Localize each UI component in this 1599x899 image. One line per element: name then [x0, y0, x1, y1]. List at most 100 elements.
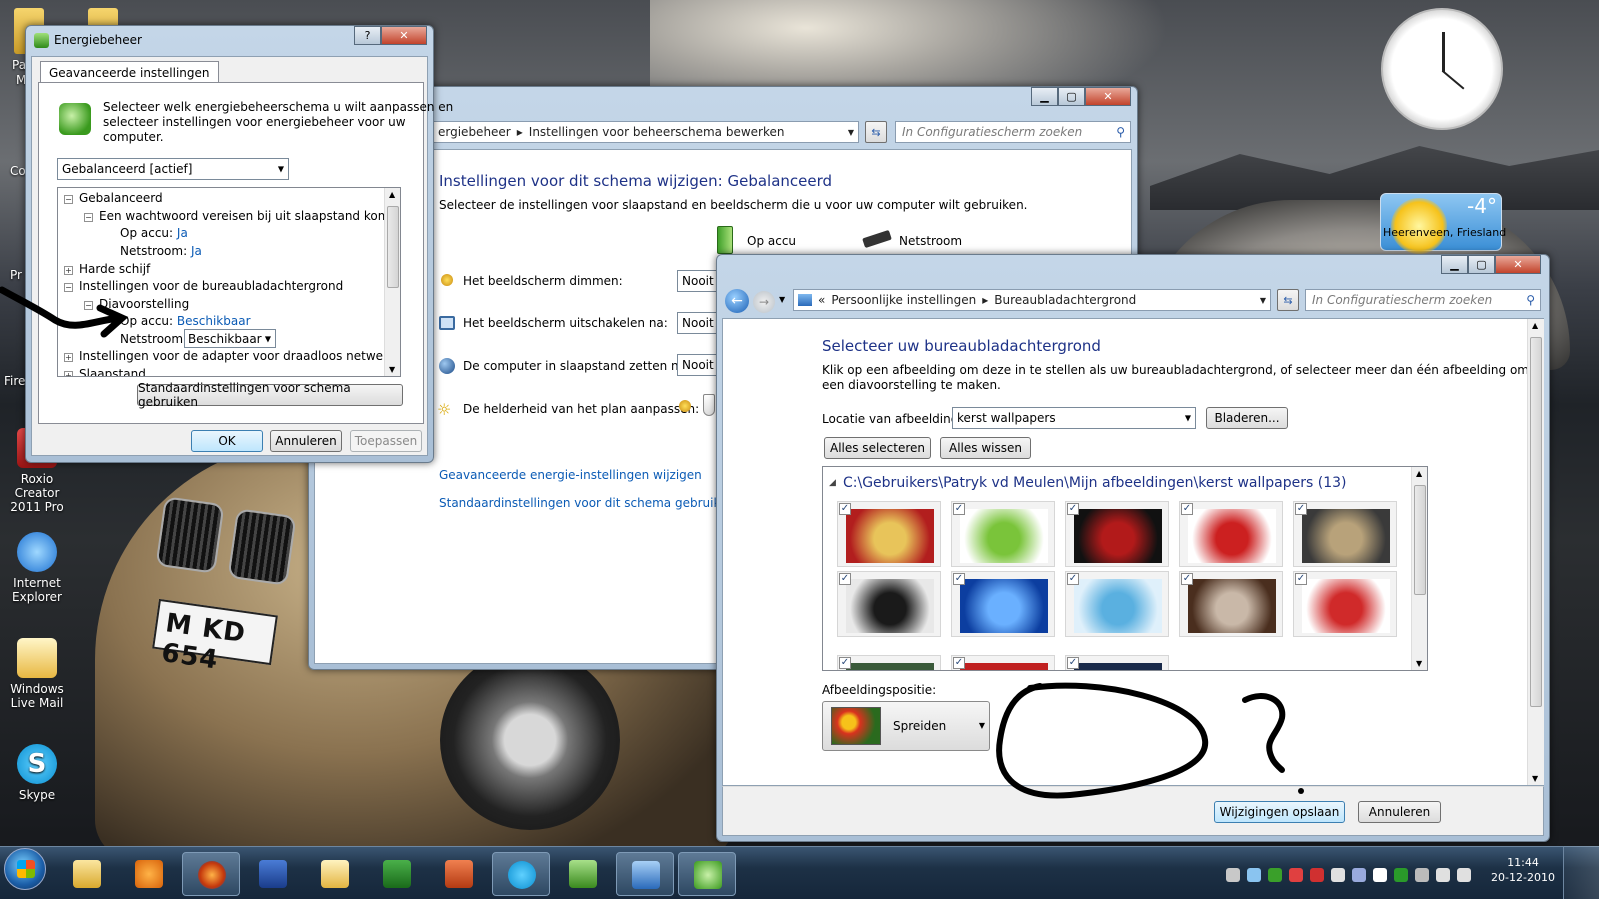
tray-clock[interactable]: 11:44 20-12-2010 [1488, 852, 1558, 892]
bg-address-bar[interactable]: « Persoonlijke instellingen ▸ Bureaublad… [793, 289, 1271, 311]
tray-network-sync-icon[interactable] [1247, 868, 1261, 882]
maximize-button[interactable]: ▢ [1468, 255, 1495, 274]
wallpaper-thumbnail[interactable]: ✓ [1293, 571, 1397, 637]
wallpaper-checkbox[interactable]: ✓ [1295, 573, 1307, 585]
tree-item-slideshow-battery[interactable]: Op accu: Beschikbaar [120, 314, 251, 328]
folder-header[interactable]: C:\Gebruikers\Patryk vd Meulen\Mijn afbe… [843, 475, 1346, 491]
wallpaper-checkbox[interactable]: ✓ [1181, 573, 1193, 585]
tray-download-icon[interactable] [1352, 868, 1366, 882]
display-battery-select[interactable]: Nooit [677, 312, 719, 334]
plan-search-input[interactable]: In Configuratiescherm zoeken ⚲ [895, 121, 1131, 143]
cancel-button[interactable]: Annuleren [270, 430, 342, 452]
wallpaper-thumbnail[interactable]: ✓ [1065, 571, 1169, 637]
position-select[interactable]: Spreiden ▼ [822, 701, 990, 751]
tray-keyboard-icon[interactable] [1226, 868, 1240, 882]
chevron-down-icon[interactable]: ▼ [848, 128, 854, 137]
minimize-button[interactable]: ▁ [1031, 87, 1058, 106]
wallpaper-thumbnail[interactable]: ✓ [837, 501, 941, 567]
plan-address-bar[interactable]: ergiebeheer ▸ Instellingen voor beheersc… [429, 121, 859, 143]
wallpaper-checkbox[interactable]: ✓ [953, 573, 965, 585]
wallpaper-checkbox[interactable]: ✓ [1067, 573, 1079, 585]
wallpaper-checkbox[interactable]: ✓ [839, 503, 851, 515]
chevron-down-icon[interactable]: ▼ [1260, 296, 1266, 305]
cancel-button[interactable]: Annuleren [1358, 801, 1441, 823]
tree-item-desktop-bg[interactable]: − Instellingen voor de bureaubladachtergr… [64, 279, 343, 293]
scheme-select[interactable]: Gebalanceerd [actief] ▼ [57, 158, 289, 180]
dim-battery-select[interactable]: Nooit [677, 270, 719, 292]
clear-all-button[interactable]: Alles wissen [940, 437, 1031, 459]
wallpaper-checkbox[interactable]: ✓ [839, 657, 851, 669]
clock-gadget[interactable] [1381, 8, 1503, 130]
breadcrumb-part-2[interactable]: Instellingen voor beheerschema bewerken [529, 125, 785, 139]
advanced-settings-link[interactable]: Geavanceerde energie-instellingen wijzig… [439, 468, 702, 482]
taskbar-button-mail[interactable] [306, 852, 364, 896]
tree-value-on-battery[interactable]: Ja [177, 226, 188, 240]
help-button[interactable]: ? [354, 26, 381, 45]
collapse-icon[interactable]: − [64, 195, 73, 204]
expand-icon[interactable]: + [64, 353, 73, 362]
taskbar-button-network-users[interactable] [554, 852, 612, 896]
expand-icon[interactable]: + [64, 371, 73, 376]
wallpaper-thumbnail[interactable]: ✓ [1293, 501, 1397, 567]
wallpaper-thumbnail[interactable]: ✓ [951, 571, 1055, 637]
breadcrumb-part-2[interactable]: Bureaubladachtergrond [994, 293, 1136, 307]
desktop-icon-internet-explorer[interactable]: Internet Explorer [2, 532, 72, 604]
tray-media-icon[interactable] [1331, 868, 1345, 882]
taskbar-button-word[interactable] [244, 852, 302, 896]
tree-item-balanced[interactable]: − Gebalanceerd [64, 191, 163, 205]
tray-update-icon[interactable] [1394, 868, 1408, 882]
taskbar-button-excel[interactable] [368, 852, 426, 896]
taskbar-button-control-panel[interactable] [616, 852, 674, 896]
wallpaper-checkbox[interactable]: ✓ [1067, 503, 1079, 515]
taskbar-button-media-player[interactable] [120, 852, 178, 896]
breadcrumb-overflow-icon[interactable]: « [818, 293, 825, 307]
tray-green-check-icon[interactable] [1268, 868, 1282, 882]
tray-antivirus-icon[interactable] [1310, 868, 1324, 882]
taskbar-button-power-options[interactable] [678, 852, 736, 896]
wallpaper-thumbnail[interactable]: ✓ [1179, 501, 1283, 567]
content-scroll-thumb[interactable] [1530, 337, 1542, 707]
tree-item-password-battery[interactable]: Op accu: Ja [120, 226, 188, 240]
wallpaper-thumbnail[interactable]: ✓ [1065, 655, 1169, 670]
collapse-icon[interactable]: − [84, 301, 93, 310]
wallpaper-checkbox[interactable]: ✓ [1295, 503, 1307, 515]
folder-collapse-icon[interactable]: ◢ [829, 478, 836, 488]
scroll-up-icon[interactable]: ▲ [1532, 321, 1538, 330]
tray-shield-icon[interactable] [1289, 868, 1303, 882]
tree-item-password[interactable]: − Een wachtwoord vereisen bij uit slaapst… [84, 209, 400, 223]
browse-button[interactable]: Bladeren... [1206, 407, 1288, 429]
brightness-slider-thumb[interactable] [703, 394, 715, 416]
scroll-down-icon[interactable]: ▼ [389, 365, 395, 374]
wallpaper-thumbnail[interactable]: ✓ [1179, 571, 1283, 637]
scroll-up-icon[interactable]: ▲ [1416, 469, 1422, 478]
tree-item-hard-disk[interactable]: + Harde schijf [64, 262, 150, 276]
gallery-scrollbar[interactable]: ▲ ▼ [1411, 467, 1427, 670]
desktop-icon-skype[interactable]: S Skype [2, 744, 72, 802]
ok-button[interactable]: OK [191, 430, 263, 452]
expand-icon[interactable]: + [64, 266, 73, 275]
taskbar-button-powerpoint[interactable] [430, 852, 488, 896]
show-desktop-button[interactable] [1563, 846, 1599, 899]
tray-mobile-icon[interactable] [1415, 868, 1429, 882]
wallpaper-thumbnail[interactable]: ✓ [837, 571, 941, 637]
tree-item-sleep[interactable]: + Slaapstand [64, 367, 146, 376]
wallpaper-thumbnail[interactable]: ✓ [1065, 501, 1169, 567]
scroll-up-icon[interactable]: ▲ [389, 190, 395, 199]
restore-defaults-button[interactable]: Standaardinstellingen voor schema gebrui… [137, 381, 403, 409]
wallpaper-checkbox[interactable]: ✓ [839, 573, 851, 585]
breadcrumb-part-1[interactable]: ergiebeheer [438, 125, 511, 139]
slideshow-plugged-select[interactable]: Beschikbaar ▼ [184, 329, 276, 348]
wallpaper-thumbnail[interactable]: ✓ [951, 655, 1055, 670]
tree-item-slideshow-plugged[interactable]: Netstroom: [120, 332, 187, 346]
gallery-scroll-thumb[interactable] [1414, 485, 1426, 595]
tree-value-plugged[interactable]: Ja [191, 244, 202, 258]
refresh-button[interactable]: ⇆ [1277, 289, 1299, 311]
forward-button[interactable]: → [753, 291, 775, 313]
desktop-icon-windows-live-mail[interactable]: Windows Live Mail [2, 638, 72, 710]
tree-scroll-thumb[interactable] [387, 206, 399, 288]
minimize-button[interactable]: ▁ [1441, 255, 1468, 274]
tree-value-slide-battery[interactable]: Beschikbaar [177, 314, 251, 328]
refresh-button[interactable]: ⇆ [865, 121, 887, 143]
collapse-icon[interactable]: − [84, 213, 93, 222]
taskbar-button-firefox[interactable] [182, 852, 240, 896]
